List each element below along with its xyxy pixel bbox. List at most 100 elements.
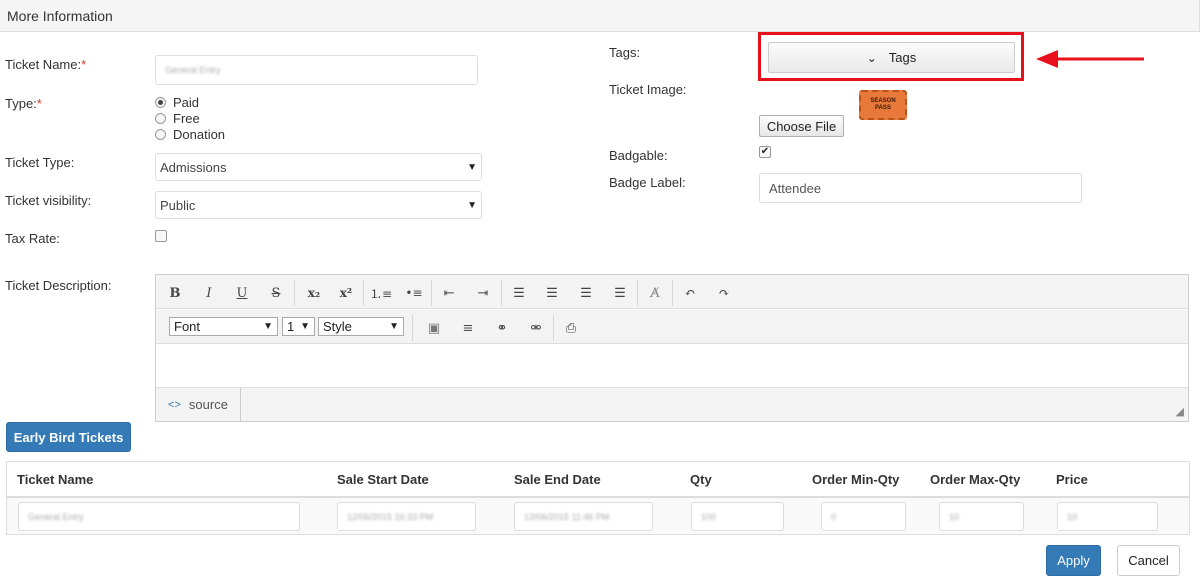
style-select-value: Style bbox=[323, 319, 352, 334]
link-icon[interactable]: ⚭ bbox=[489, 317, 515, 339]
table-right-border bbox=[1189, 461, 1190, 535]
bold-icon[interactable]: B bbox=[162, 282, 188, 304]
indent-icon[interactable]: ⇥ bbox=[470, 282, 496, 304]
undo-icon[interactable]: ↶ bbox=[677, 282, 703, 304]
radio-donation[interactable] bbox=[155, 129, 166, 140]
toolbar-separator bbox=[431, 280, 432, 306]
print-icon[interactable]: ⎙ bbox=[558, 317, 584, 339]
badge-label-label: Badge Label: bbox=[609, 175, 686, 190]
align-right-icon[interactable]: ☰ bbox=[573, 282, 599, 304]
ticket-name-input[interactable]: General Entry bbox=[155, 55, 478, 85]
column-header: Price bbox=[1056, 472, 1088, 487]
row-min-qty-input[interactable]: 0 bbox=[821, 502, 906, 531]
strikethrough-icon[interactable]: S bbox=[263, 282, 289, 304]
column-header: Order Max-Qty bbox=[930, 472, 1021, 487]
align-center-icon[interactable]: ☰ bbox=[539, 282, 565, 304]
unordered-list-icon[interactable]: •≡ bbox=[401, 282, 427, 304]
column-header: Sale Start Date bbox=[337, 472, 429, 487]
resize-handle-icon[interactable]: ◢ bbox=[1176, 405, 1184, 418]
radio-label-donation: Donation bbox=[173, 127, 226, 142]
row-qty-input[interactable]: 100 bbox=[691, 502, 784, 531]
tax-rate-label: Tax Rate: bbox=[5, 231, 60, 246]
outdent-icon[interactable]: ⇤ bbox=[436, 282, 462, 304]
red-arrow-icon bbox=[1036, 50, 1144, 68]
row-max-qty-input[interactable]: 10 bbox=[939, 502, 1024, 531]
type-option-free[interactable]: Free bbox=[155, 111, 200, 127]
ticket-visibility-select[interactable]: Public ▼ bbox=[155, 191, 482, 219]
cancel-button[interactable]: Cancel bbox=[1117, 545, 1180, 576]
checkmark-icon: ✔ bbox=[760, 146, 770, 157]
cell-value: 0 bbox=[831, 511, 837, 522]
tax-rate-checkbox[interactable] bbox=[155, 230, 167, 242]
source-button[interactable]: <> source bbox=[156, 388, 241, 421]
underline-icon[interactable]: U bbox=[229, 282, 255, 304]
tags-label: Tags: bbox=[609, 45, 641, 60]
type-option-donation[interactable]: Donation bbox=[155, 127, 225, 143]
section-title: More Information bbox=[7, 8, 113, 24]
ticket-description-label: Ticket Description: bbox=[5, 278, 112, 293]
table-top-border bbox=[6, 461, 1190, 462]
subscript-icon[interactable]: x₂ bbox=[301, 282, 327, 304]
size-select-value: 1 bbox=[287, 319, 295, 334]
remove-format-icon[interactable]: A̸ bbox=[642, 282, 668, 304]
dropdown-arrow-icon: ▼ bbox=[467, 199, 477, 211]
ticket-type-label: Ticket Type: bbox=[5, 155, 75, 170]
badgable-checkbox[interactable]: ✔ bbox=[759, 146, 771, 158]
early-bird-tickets-button[interactable]: Early Bird Tickets bbox=[6, 422, 131, 452]
cell-value: 100 bbox=[701, 511, 717, 522]
ticket-image-text-2: PASS bbox=[875, 105, 891, 111]
dropdown-arrow-icon: ▼ bbox=[300, 321, 310, 332]
toolbar-separator bbox=[553, 315, 554, 341]
toolbar-separator bbox=[412, 315, 413, 341]
radio-label-free: Free bbox=[173, 111, 200, 126]
column-header: Ticket Name bbox=[17, 472, 94, 487]
section-header bbox=[0, 0, 1200, 32]
radio-paid[interactable] bbox=[155, 97, 166, 108]
apply-button[interactable]: Apply bbox=[1046, 545, 1101, 576]
tags-button-label: Tags bbox=[888, 50, 917, 65]
font-select-value: Font bbox=[174, 319, 201, 334]
row-ticket-name-input[interactable]: General Entry bbox=[18, 502, 300, 531]
cell-value: General Entry bbox=[28, 511, 84, 522]
cell-value: 12/06/2015 11:46 PM bbox=[524, 511, 610, 522]
toolbar-separator bbox=[363, 280, 364, 306]
choose-file-button[interactable]: Choose File bbox=[759, 115, 844, 137]
column-header: Qty bbox=[690, 472, 712, 487]
ticket-type-value: Admissions bbox=[160, 159, 227, 175]
ticket-visibility-label: Ticket visibility: bbox=[5, 193, 92, 208]
horizontal-rule-icon[interactable]: ≡ bbox=[455, 317, 481, 339]
row-sale-start-input[interactable]: 12/06/2015 16:33 PM bbox=[337, 502, 476, 531]
superscript-icon[interactable]: x² bbox=[333, 282, 359, 304]
row-price-input[interactable]: 10 bbox=[1057, 502, 1158, 531]
editor-toolbar-row-1: B I U S x₂ x² ⒈≡ •≡ ⇤ ⇥ ☰ ☰ ☰ ☰ A̸ ↶ ↷ bbox=[156, 275, 1188, 309]
row-sale-end-input[interactable]: 12/06/2015 11:46 PM bbox=[514, 502, 653, 531]
column-header: Sale End Date bbox=[514, 472, 601, 487]
toolbar-separator bbox=[501, 280, 502, 306]
dropdown-arrow-icon: ▼ bbox=[389, 321, 399, 332]
italic-icon[interactable]: I bbox=[196, 282, 222, 304]
image-icon[interactable]: ▣ bbox=[421, 317, 447, 339]
required-mark: * bbox=[81, 57, 87, 72]
radio-free[interactable] bbox=[155, 113, 166, 124]
tags-dropdown-button[interactable]: ⌄ Tags bbox=[768, 42, 1015, 73]
column-header: Order Min-Qty bbox=[812, 472, 900, 487]
radio-label-paid: Paid bbox=[173, 95, 200, 110]
size-select[interactable]: 1 ▼ bbox=[282, 317, 315, 336]
align-justify-icon[interactable]: ☰ bbox=[607, 282, 633, 304]
badge-label-input[interactable]: Attendee bbox=[759, 173, 1082, 203]
source-label: source bbox=[188, 397, 228, 412]
style-select[interactable]: Style ▼ bbox=[318, 317, 404, 336]
ordered-list-icon[interactable]: ⒈≡ bbox=[368, 282, 394, 304]
cell-value: 12/06/2015 16:33 PM bbox=[347, 511, 434, 522]
ticket-name-label: Ticket Name:* bbox=[5, 57, 87, 72]
font-select[interactable]: Font ▼ bbox=[169, 317, 278, 336]
unlink-icon[interactable]: ⚮ bbox=[523, 317, 549, 339]
align-left-icon[interactable]: ☰ bbox=[506, 282, 532, 304]
editor-content-area[interactable] bbox=[156, 345, 1188, 387]
type-option-paid[interactable]: Paid bbox=[155, 95, 199, 111]
ticket-name-value: General Entry bbox=[165, 65, 221, 75]
ticket-type-select[interactable]: Admissions ▼ bbox=[155, 153, 482, 181]
ticket-visibility-value: Public bbox=[160, 197, 196, 213]
redo-icon[interactable]: ↷ bbox=[711, 282, 737, 304]
badge-label-value: Attendee bbox=[769, 180, 822, 196]
